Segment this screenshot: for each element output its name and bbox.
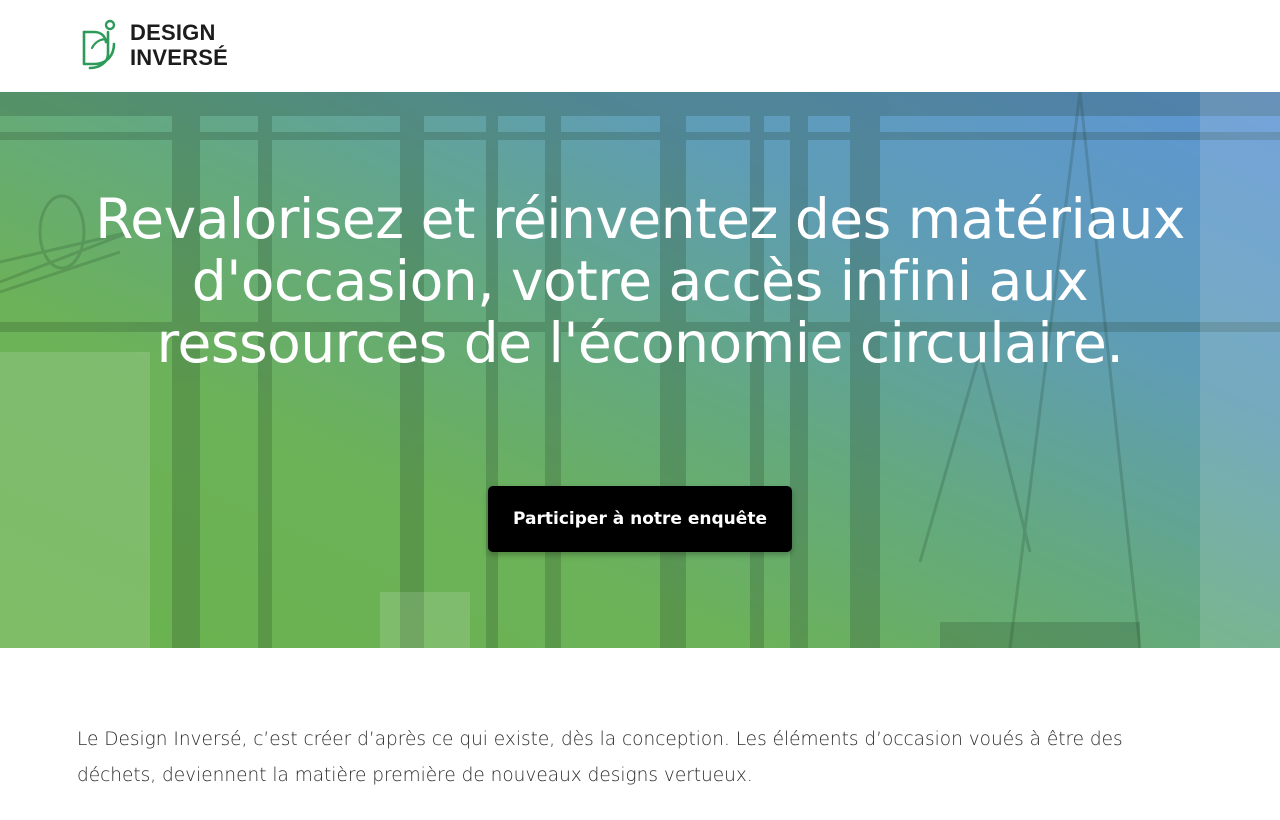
logo-line-1: DESIGN	[130, 20, 216, 45]
hero-title: Revalorisez et réinventez des matériaux …	[95, 187, 1185, 375]
logo-line-2: INVERSÉ	[130, 45, 228, 70]
site-header: DESIGN INVERSÉ	[0, 0, 1280, 92]
dj-monogram-icon	[82, 19, 116, 70]
logo-wordmark: DESIGN INVERSÉ	[130, 20, 228, 70]
logo-link[interactable]: DESIGN INVERSÉ	[80, 18, 228, 72]
survey-cta-button[interactable]: Participer à notre enquête	[488, 486, 792, 552]
hero-section: Revalorisez et réinventez des matériaux …	[0, 92, 1280, 648]
intro-paragraph: Le Design Inversé, c’est créer d’après c…	[77, 729, 1123, 786]
